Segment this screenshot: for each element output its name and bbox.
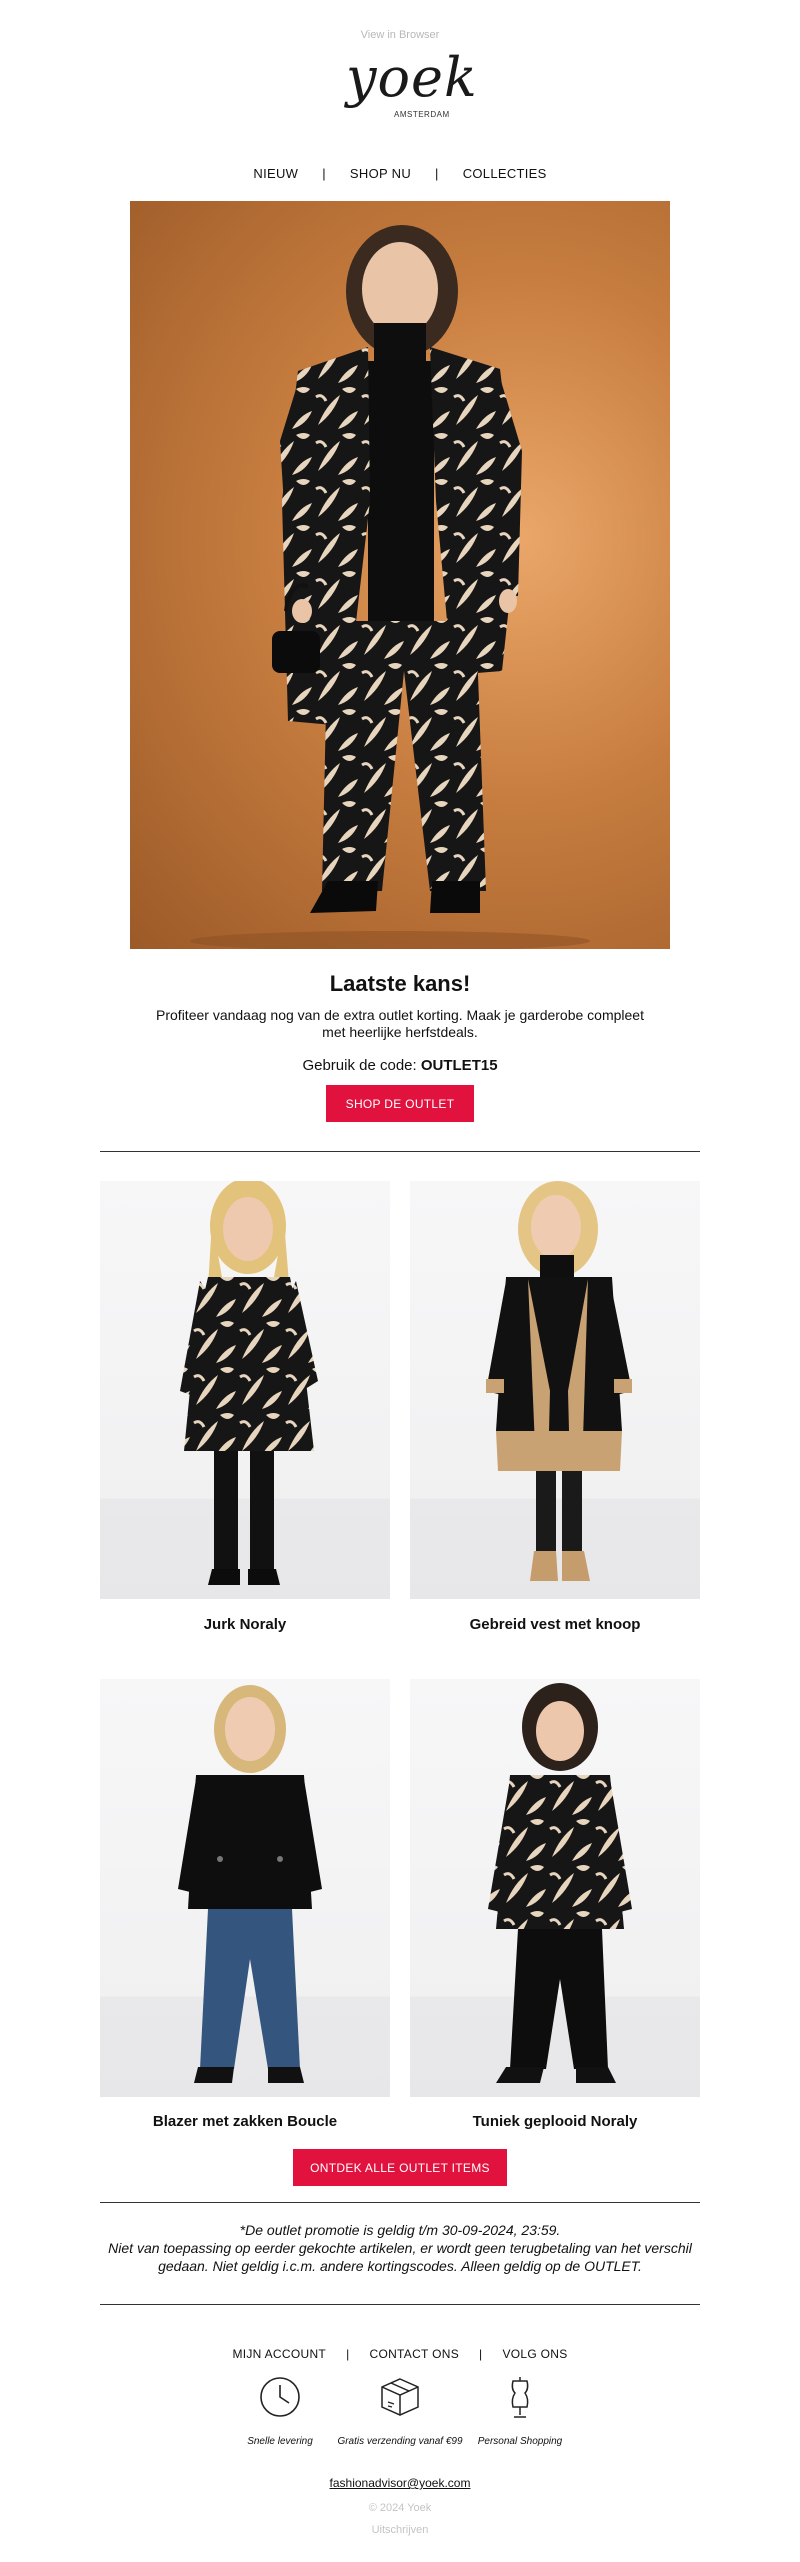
footer-link-contact-ons[interactable]: CONTACT ONS [369, 2347, 459, 2361]
package-icon [381, 2378, 419, 2416]
divider [100, 2202, 700, 2203]
product-model-illustration [488, 1683, 632, 2083]
disclaimer-line-1: *De outlet promotie is geldig t/m 30-09-… [239, 2222, 561, 2238]
hero-model-illustration [190, 225, 590, 949]
footer-nav-separator: | [346, 2347, 350, 2361]
product-image-blazer-boucle[interactable] [100, 1679, 390, 2097]
unsubscribe-link[interactable]: Uitschrijven [372, 2524, 429, 2536]
unsubscribe-row: Uitschrijven [0, 2524, 800, 2536]
product-image-jurk-noraly[interactable] [100, 1181, 390, 1599]
logo-subline: AMSTERDAM [394, 110, 450, 119]
product-model-illustration [180, 1181, 318, 1585]
product-model-illustration [178, 1685, 322, 2083]
disclaimer-text: *De outlet promotie is geldig t/m 30-09-… [100, 2221, 700, 2275]
clock-icon [260, 2377, 300, 2417]
footer-link-volg-ons[interactable]: VOLG ONS [502, 2347, 567, 2361]
yoek-logo[interactable]: yoek AMSTERDAM [346, 46, 477, 132]
footer-nav-separator: | [479, 2347, 483, 2361]
divider [100, 2304, 700, 2305]
product-name-blazer-boucle[interactable]: Blazer met zakken Boucle [100, 2113, 390, 2130]
shop-outlet-button[interactable]: SHOP DE OUTLET [326, 1085, 474, 1122]
usp-personal-shopping: Personal Shopping [450, 2375, 590, 2448]
top-nav: NIEUW | SHOP NU | COLLECTIES [0, 166, 800, 181]
product-model-illustration [486, 1181, 632, 1581]
email-page: View in Browser yoek AMSTERDAM NIEUW | S… [0, 0, 800, 2562]
usp-label: Personal Shopping [477, 2436, 563, 2447]
usp-gratis-verzending: Gratis verzending vanaf €99 [330, 2375, 470, 2448]
footer-email: fashionadvisor@yoek.com [0, 2476, 800, 2490]
discover-outlet-items-button[interactable]: ONTDEK ALLE OUTLET ITEMS [293, 2149, 507, 2186]
promo-code: OUTLET15 [420, 1057, 498, 1074]
nav-separator: | [435, 166, 439, 181]
view-in-browser-link[interactable]: View in Browser [0, 29, 800, 41]
nav-separator: | [322, 166, 326, 181]
product-name-jurk-noraly[interactable]: Jurk Noraly [100, 1616, 390, 1633]
product-image-gebreid-vest[interactable] [410, 1181, 700, 1599]
disclaimer-line-2: Niet van toepassing op eerder gekochte a… [108, 2240, 692, 2274]
promo-intro-text: Profiteer vandaag nog van de extra outle… [156, 1007, 644, 1040]
promo-headline: Laatste kans! [329, 971, 471, 996]
nav-link-collecties[interactable]: COLLECTIES [463, 166, 547, 181]
logo-wordmark: yoek [346, 46, 478, 109]
product-image-tuniek-noraly[interactable] [410, 1679, 700, 2097]
usp-label: Snelle levering [247, 2436, 313, 2447]
copyright-text: © 2024 Yoek [368, 2502, 432, 2514]
usp-label: Gratis verzending vanaf €99 [337, 2436, 463, 2447]
dress-form-icon [511, 2377, 529, 2418]
promo-code-line: Gebruik de code: OUTLET15 [0, 1057, 800, 1074]
footer-link-mijn-account[interactable]: MIJN ACCOUNT [232, 2347, 326, 2361]
nav-link-shop-nu[interactable]: SHOP NU [350, 166, 411, 181]
nav-link-nieuw[interactable]: NIEUW [253, 166, 298, 181]
product-name-gebreid-vest[interactable]: Gebreid vest met knoop [410, 1616, 700, 1633]
footer-nav: MIJN ACCOUNT | CONTACT ONS | VOLG ONS [0, 2347, 800, 2361]
product-name-tuniek-noraly[interactable]: Tuniek geplooid Noraly [410, 2113, 700, 2130]
hero-image[interactable] [130, 201, 670, 949]
email-link[interactable]: fashionadvisor@yoek.com [330, 2476, 471, 2490]
promo-code-prefix: Gebruik de code: [302, 1057, 417, 1074]
divider [100, 1151, 700, 1152]
usp-snelle-levering: Snelle levering [210, 2375, 350, 2448]
